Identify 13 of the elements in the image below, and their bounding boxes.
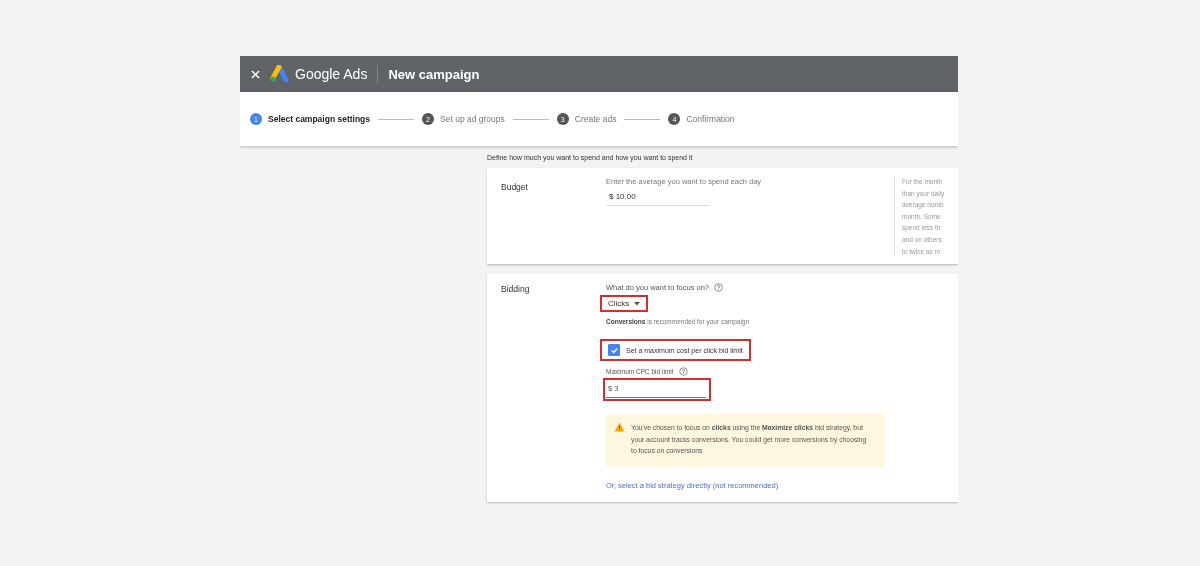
focus-dropdown[interactable]: Clicks bbox=[608, 299, 641, 308]
close-icon[interactable] bbox=[251, 69, 260, 79]
card-label: Bidding bbox=[500, 283, 531, 296]
help-icon[interactable] bbox=[678, 367, 688, 376]
budget-input-field[interactable]: $ 10.00 bbox=[606, 186, 710, 206]
caret-icon bbox=[634, 301, 641, 306]
warning-icon bbox=[614, 422, 625, 432]
card-label: Budget bbox=[500, 181, 529, 194]
checkbox[interactable] bbox=[608, 344, 620, 356]
product-name: Google Ads bbox=[295, 66, 368, 82]
logo-icon bbox=[269, 65, 289, 83]
page-title: New campaign bbox=[388, 66, 480, 82]
help-icon[interactable] bbox=[714, 283, 723, 292]
